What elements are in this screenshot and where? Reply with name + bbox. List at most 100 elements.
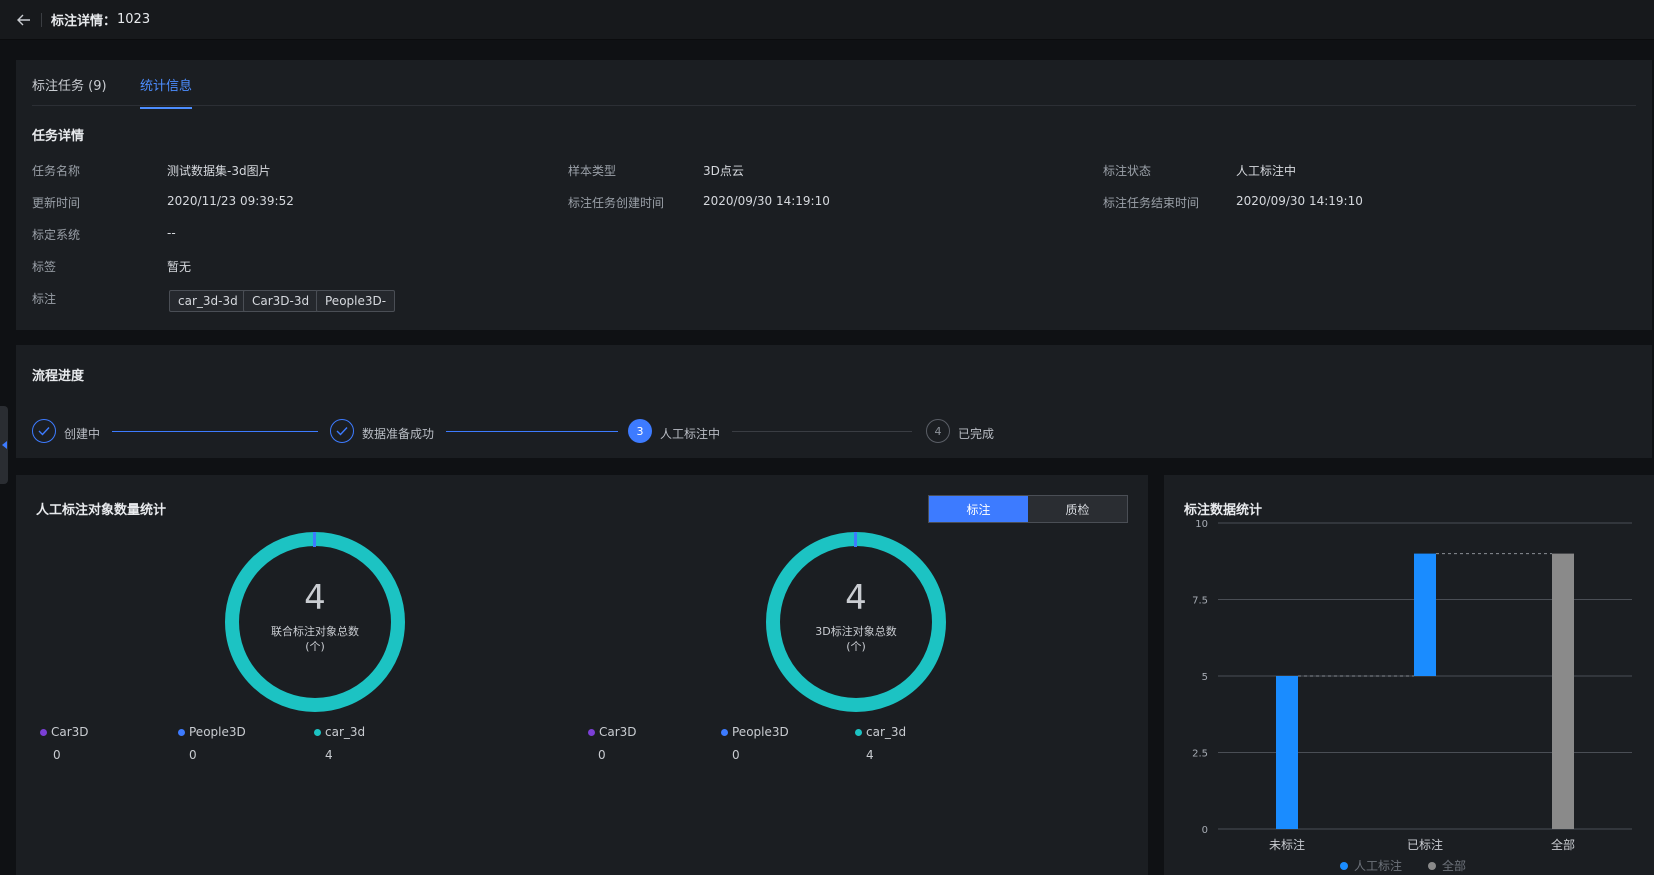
bar-chart: 02.557.510未标注 已标注 全部人工标注 全部 xyxy=(1192,519,1632,873)
x-tick-label: 全部 xyxy=(1551,837,1575,852)
donut-chart-3d xyxy=(766,532,946,712)
legend-dot xyxy=(721,728,728,736)
legend-dot xyxy=(314,728,321,736)
page-title-id: 1023 xyxy=(117,12,151,27)
annotation-tag: Car3D-3d xyxy=(243,290,319,312)
tab-statistics[interactable]: 统计信息 xyxy=(140,75,193,109)
updated-label: 更新时间 xyxy=(32,196,81,210)
legend-item: car_3d xyxy=(314,725,365,739)
legend-item: People3D xyxy=(178,725,246,739)
bar-全部 xyxy=(1552,553,1574,829)
y-tick-label: 10 xyxy=(1195,519,1208,530)
legend-value: 0 xyxy=(732,748,740,762)
step-4-label: 已完成 xyxy=(958,427,995,441)
bar-未标注 xyxy=(1276,676,1298,829)
task-info-panel: 标注任务 (9) 统计信息 任务详情 任务名称 测试数据集-3d图片 样本类型 … xyxy=(16,60,1652,330)
annotate-qc-toggle: 标注 质检 xyxy=(928,495,1128,523)
step-connector xyxy=(732,431,912,432)
status-value: 人工标注中 xyxy=(1236,164,1297,178)
step-3-number: 3 xyxy=(628,419,652,443)
step-connector xyxy=(446,431,618,432)
sample-type-label: 样本类型 xyxy=(568,164,617,178)
donut-chart-joint xyxy=(225,532,405,712)
annotations-label: 标注 xyxy=(32,292,57,306)
step-1-check-icon xyxy=(32,419,56,443)
legend-value: 4 xyxy=(325,748,333,762)
y-tick-label: 2.5 xyxy=(1192,749,1208,760)
legend-dot xyxy=(1428,862,1436,870)
ended-value: 2020/09/30 14:19:10 xyxy=(1236,194,1363,208)
donut-1-unit: (个) xyxy=(305,640,325,653)
donut-marker xyxy=(313,532,316,547)
y-tick-label: 0 xyxy=(1202,825,1208,836)
toggle-qc-button[interactable]: 质检 xyxy=(1028,496,1127,522)
created-label: 标注任务创建时间 xyxy=(568,196,665,210)
donut-marker xyxy=(854,532,857,547)
legend-value: 0 xyxy=(53,748,61,762)
task-name-label: 任务名称 xyxy=(32,164,81,178)
legend-dot xyxy=(1340,862,1348,870)
flow-title: 流程进度 xyxy=(32,369,85,384)
sidebar-collapse-toggle[interactable] xyxy=(0,406,8,484)
donut-1-caption: 联合标注对象总数 xyxy=(271,625,359,638)
page-title: 标注详情： xyxy=(51,14,117,29)
step-2-check-icon xyxy=(330,419,354,443)
object-count-panel: 人工标注对象数量统计 标注 质检 4 联合标注对象总数 (个) Car3D 0 … xyxy=(16,475,1148,875)
legend-value: 0 xyxy=(189,748,197,762)
tags-label: 标签 xyxy=(32,260,57,274)
legend-item: Car3D xyxy=(40,725,89,739)
step-3-label: 人工标注中 xyxy=(660,427,721,441)
legend-dot xyxy=(40,728,47,736)
bar-已标注 xyxy=(1414,553,1436,676)
legend-item: car_3d xyxy=(855,725,906,739)
donut-2-total: 4 xyxy=(845,578,867,618)
legend-item: Car3D xyxy=(588,725,637,739)
task-name-value: 测试数据集-3d图片 xyxy=(167,164,271,178)
donut-ring-car_3d xyxy=(225,532,405,712)
legend-label: Car3D xyxy=(599,725,637,739)
annotation-tag: car_3d-3d xyxy=(169,290,247,312)
step-connector xyxy=(112,431,318,432)
flow-progress-panel: 流程进度 创建中 数据准备成功 3 人工标注中 4 已完成 xyxy=(16,345,1652,458)
toggle-annotate-button[interactable]: 标注 xyxy=(929,496,1028,522)
legend-label: car_3d xyxy=(325,725,366,739)
collapse-arrow-icon xyxy=(1,441,7,449)
legend-label: car_3d xyxy=(866,725,907,739)
tab-bar: 标注任务 (9) 统计信息 xyxy=(32,60,1636,109)
legend-value: 4 xyxy=(866,748,874,762)
calibration-value: -- xyxy=(167,226,176,240)
tags-value: 暂无 xyxy=(167,260,192,274)
donut-ring-car_3d xyxy=(766,532,946,712)
y-tick-label: 7.5 xyxy=(1192,596,1208,607)
x-tick-label: 未标注 xyxy=(1269,837,1305,852)
created-value: 2020/09/30 14:19:10 xyxy=(703,194,830,208)
legend-value: 0 xyxy=(598,748,606,762)
legend-item: People3D xyxy=(721,725,789,739)
legend-label: People3D xyxy=(189,725,246,739)
step-1-label: 创建中 xyxy=(64,427,101,441)
legend-dot xyxy=(855,728,862,736)
status-label: 标注状态 xyxy=(1103,164,1152,178)
sample-type-value: 3D点云 xyxy=(703,164,744,178)
step-4-number: 4 xyxy=(926,419,950,443)
top-bar: 标注详情： 1023 xyxy=(0,0,1654,40)
object-stats-title: 人工标注对象数量统计 xyxy=(36,503,167,518)
x-tick-label: 已标注 xyxy=(1407,837,1443,852)
back-arrow-icon[interactable] xyxy=(15,11,33,29)
annotation-data-chart-panel: 标注数据统计 0 2.5 5 7.5 10 未标注 已标注 全部 人工标注 全部 xyxy=(1164,475,1654,875)
task-detail-title: 任务详情 xyxy=(32,129,85,144)
donut-2-unit: (个) xyxy=(846,640,866,653)
legend-label: 人工标注 xyxy=(1354,858,1402,873)
calibration-label: 标定系统 xyxy=(32,228,81,242)
tab-annotation-tasks[interactable]: 标注任务 (9) xyxy=(32,75,107,107)
legend-dot xyxy=(588,728,595,736)
updated-value: 2020/11/23 09:39:52 xyxy=(167,194,294,208)
header-divider xyxy=(41,12,42,27)
donut-1-total: 4 xyxy=(304,578,326,618)
legend-dot xyxy=(178,728,185,736)
donut-2-caption: 3D标注对象总数 xyxy=(815,625,897,638)
y-tick-label: 5 xyxy=(1202,672,1208,683)
annotation-tag: People3D- xyxy=(316,290,396,312)
step-2-label: 数据准备成功 xyxy=(362,427,435,441)
ended-label: 标注任务结束时间 xyxy=(1103,196,1200,210)
